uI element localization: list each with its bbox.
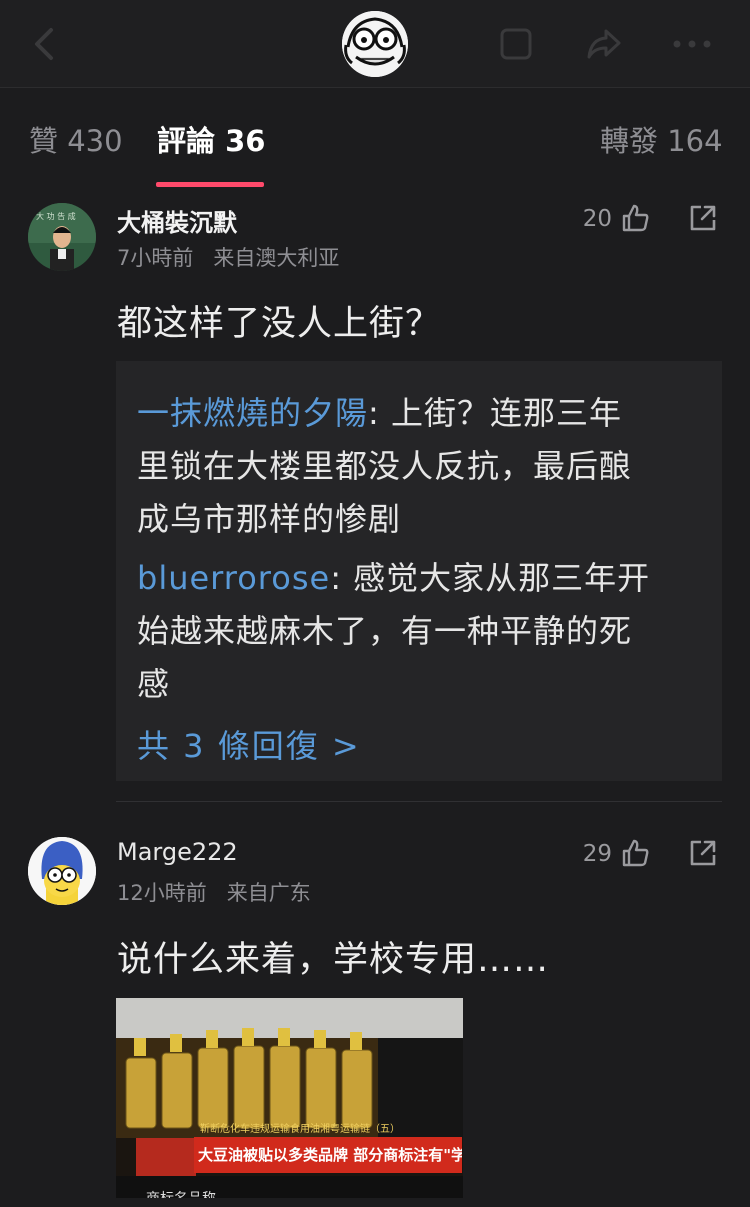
forward-icon[interactable] bbox=[686, 836, 720, 870]
reply-author[interactable]: 一抹燃燒的夕陽 bbox=[137, 394, 368, 432]
reply-author[interactable]: bluerrorose bbox=[137, 559, 330, 597]
forward-icon[interactable] bbox=[686, 201, 720, 235]
tab-reposts[interactable]: 轉發 164 bbox=[600, 118, 723, 160]
comment-text: 都这样了没人上街？ bbox=[117, 304, 442, 344]
avatar[interactable] bbox=[28, 837, 96, 905]
like-count: 20 bbox=[582, 206, 612, 232]
reply-box[interactable]: 一抹燃燒的夕陽: 上街？连那三年 里锁在大楼里都没人反抗，最后酿 成乌市那样的惨… bbox=[116, 361, 722, 781]
comment-location: 来自澳大利亚 bbox=[213, 246, 340, 270]
image-caption-bottom: 商标名品称 bbox=[146, 1188, 216, 1198]
reply-text: 里锁在大楼里都没人反抗，最后酿 bbox=[137, 447, 633, 485]
image-caption: 大豆油被贴以多类品牌 部分商标注有"学校专用" bbox=[194, 1137, 462, 1173]
more-dots-icon[interactable] bbox=[672, 24, 712, 64]
reply-item: 一抹燃燒的夕陽: 上街？连那三年 里锁在大楼里都没人反抗，最后酿 成乌市那样的惨… bbox=[137, 387, 702, 546]
top-nav-bar bbox=[0, 0, 750, 88]
username[interactable]: Marge222 bbox=[117, 838, 238, 866]
cartoon-face-icon[interactable] bbox=[342, 11, 408, 77]
comment-meta: 7小時前 来自澳大利亚 bbox=[117, 242, 339, 272]
comment-divider bbox=[116, 801, 722, 802]
reply-text: 感 bbox=[137, 665, 171, 703]
image-caption-top: 靳断危化车违规运输食用油湘粤运输链（五） bbox=[200, 1124, 400, 1135]
active-tab-indicator bbox=[156, 182, 264, 187]
share-icon[interactable] bbox=[584, 24, 624, 64]
reply-item: bluerrorose: 感觉大家从那三年开 始越来越麻木了，有一种平静的死 感 bbox=[137, 552, 702, 711]
comment-text: 说什么来着，学校专用…… bbox=[117, 940, 550, 980]
like-count: 29 bbox=[582, 841, 612, 867]
thumbs-up-icon[interactable] bbox=[618, 201, 652, 235]
comment-time: 12小時前 bbox=[117, 881, 207, 905]
square-icon[interactable] bbox=[496, 24, 536, 64]
comment-meta: 12小時前 来自广东 bbox=[117, 877, 311, 907]
svg-text:大 功 告 成: 大 功 告 成 bbox=[36, 211, 76, 221]
reply-text: 成乌市那样的惨剧 bbox=[137, 500, 402, 538]
back-icon[interactable] bbox=[24, 24, 64, 64]
reply-text: 始越来越麻木了，有一种平静的死 bbox=[137, 612, 633, 650]
comment-location: 来自广东 bbox=[226, 881, 311, 905]
reply-text: : 感觉大家从那三年开 bbox=[330, 559, 651, 597]
reply-text: : 上街？连那三年 bbox=[368, 394, 622, 432]
comment-time: 7小時前 bbox=[117, 246, 194, 270]
news-image[interactable]: 靳断危化车违规运输食用油湘粤运输链（五） 大豆油被贴以多类品牌 部分商标注有"学… bbox=[116, 998, 463, 1198]
tab-comments[interactable]: 評論 36 bbox=[157, 118, 265, 160]
tab-likes[interactable]: 贊 430 bbox=[29, 118, 123, 160]
more-replies-link[interactable]: 共 3 條回復 > bbox=[137, 721, 702, 767]
thumbs-up-icon[interactable] bbox=[618, 836, 652, 870]
tab-bar: 贊 430 評論 36 轉發 164 bbox=[0, 88, 750, 188]
username[interactable]: 大桶裝沉默 bbox=[117, 203, 237, 238]
avatar[interactable]: 大 功 告 成 bbox=[28, 203, 96, 271]
